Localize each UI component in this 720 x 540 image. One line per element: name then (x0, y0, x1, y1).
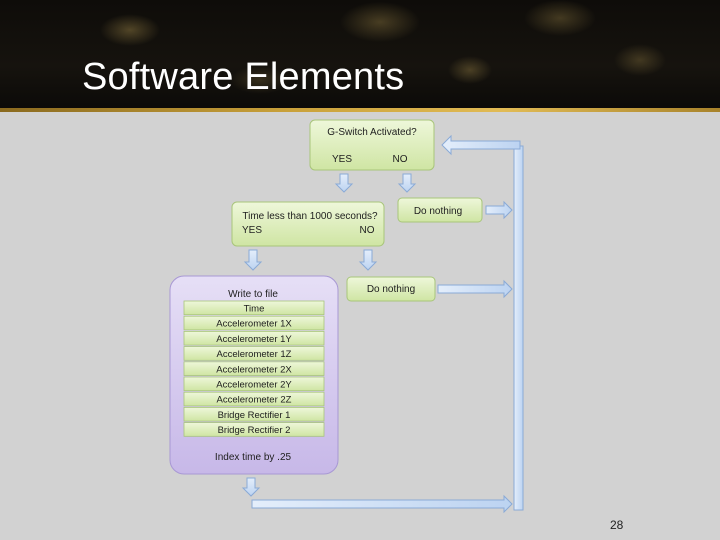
gswitch-yes-label: YES (332, 154, 352, 165)
write-field-label: Time (244, 304, 265, 315)
time-check-question: Time less than 1000 seconds? (242, 211, 378, 222)
arrow-gswitch-no-down (397, 173, 417, 193)
write-field-label: Accelerometer 2Y (216, 380, 292, 391)
do-nothing-box-2: Do nothing (346, 276, 436, 302)
return-loop-bar (513, 145, 524, 511)
arrow-write-block-down (241, 477, 261, 497)
write-field-label: Accelerometer 2Z (217, 395, 292, 406)
gswitch-decision-box: G-Switch Activated? YES NO (309, 119, 435, 171)
write-field-label: Accelerometer 1X (216, 319, 292, 330)
arrow-do-nothing-1-right (485, 200, 513, 220)
write-field-label: Bridge Rectifier 1 (218, 410, 291, 421)
do-nothing-label-2: Do nothing (367, 284, 415, 295)
write-field-label: Accelerometer 1Z (217, 349, 292, 360)
gswitch-no-label: NO (393, 154, 408, 165)
do-nothing-box-1: Do nothing (397, 197, 483, 223)
gswitch-question: G-Switch Activated? (327, 127, 417, 138)
arrow-time-no-down (358, 249, 378, 271)
time-check-yes-label: YES (242, 225, 262, 236)
arrow-loop-back-left (441, 134, 521, 156)
write-field-list: Time Accelerometer 1X Accelerometer 1Y Acce… (183, 300, 325, 437)
page-number: 28 (610, 518, 624, 532)
arrow-time-yes-down (243, 249, 263, 271)
write-field-label: Accelerometer 2X (216, 364, 292, 375)
flowchart: G-Switch Activated? YES NO Do nothing Ti… (169, 119, 524, 514)
write-block-footer: Index time by .25 (215, 452, 292, 463)
arrow-gswitch-yes-down (334, 173, 354, 193)
write-field-label: Accelerometer 1Y (216, 334, 292, 345)
write-field-label: Bridge Rectifier 2 (218, 425, 291, 436)
time-check-decision-box: Time less than 1000 seconds? YES NO (231, 201, 385, 247)
write-block-title: Write to file (228, 289, 278, 300)
do-nothing-label-1: Do nothing (414, 206, 462, 217)
arrow-bottom-return-right (251, 494, 513, 514)
write-to-file-block: Write to file Time Accelerometer 1X Accele… (169, 275, 339, 475)
time-check-no-label: NO (360, 225, 375, 236)
arrow-do-nothing-2-right (437, 279, 513, 299)
